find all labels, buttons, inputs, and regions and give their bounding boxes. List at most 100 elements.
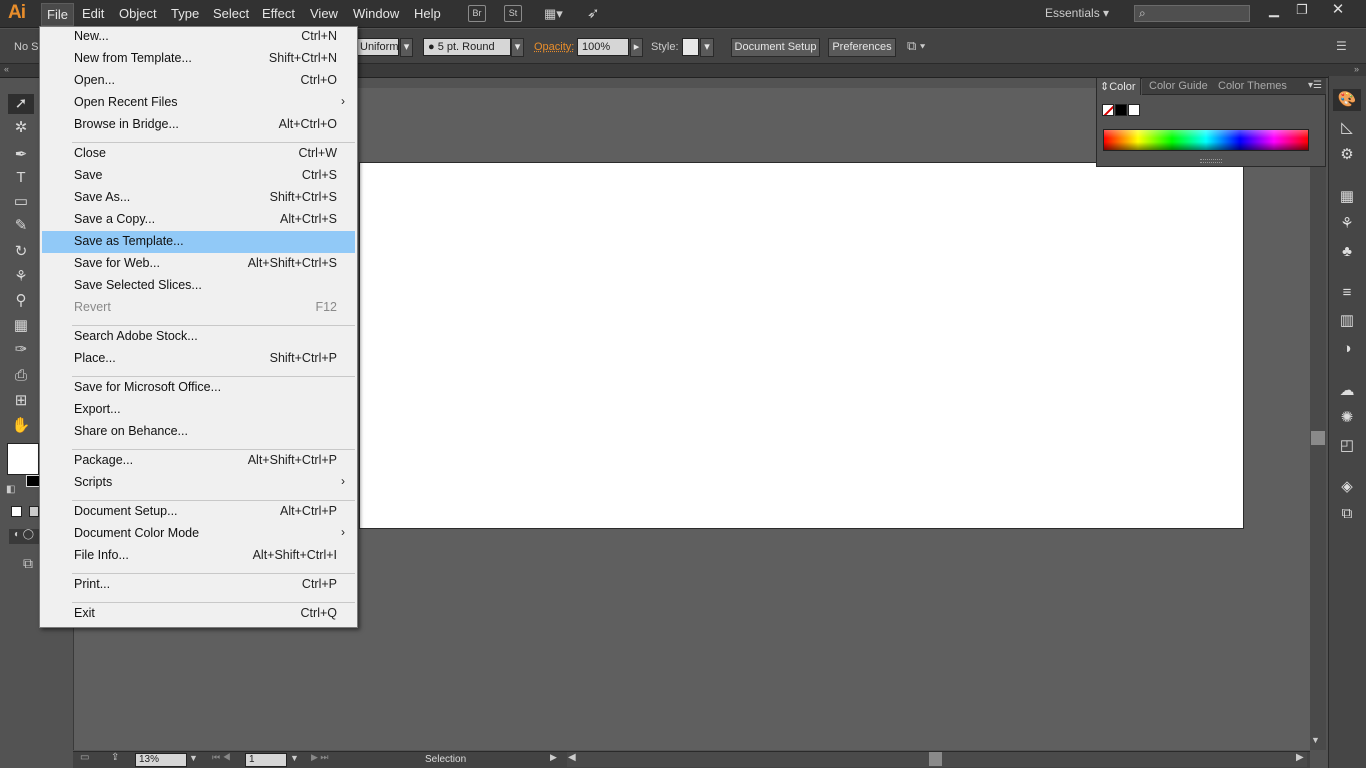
file-menu-item-5[interactable]: Close Ctrl+W	[42, 143, 355, 165]
status-menu-icon[interactable]: ▶	[550, 752, 557, 763]
help-search-input[interactable]: ⌕	[1134, 5, 1250, 22]
file-menu-item-6[interactable]: Save Ctrl+S	[42, 165, 355, 187]
fill-swatch[interactable]	[7, 443, 39, 475]
menu-effect[interactable]: Effect	[262, 6, 295, 21]
gpu-icon[interactable]: ▭	[80, 752, 89, 763]
stroke-swatch[interactable]	[26, 475, 40, 487]
file-menu-item-19[interactable]: Scripts ›	[42, 472, 355, 494]
first-artboard-icon[interactable]: ⏮ ◀	[212, 752, 231, 763]
scroll-down-icon[interactable]: ▼	[1311, 735, 1320, 745]
screen-mode-icon[interactable]: ⧉	[23, 555, 33, 572]
color-spectrum[interactable]	[1103, 129, 1309, 151]
opacity-field[interactable]: 100%	[577, 38, 629, 56]
bridge-button[interactable]: Br	[468, 5, 486, 22]
swatches-icon[interactable]: ▦	[1337, 187, 1357, 207]
chevron-down-icon[interactable]: ▾	[511, 38, 524, 57]
expand-icon[interactable]: »	[1354, 64, 1359, 74]
color-themes-icon[interactable]: ⚙	[1337, 145, 1357, 165]
menu-help[interactable]: Help	[414, 6, 441, 21]
menu-type[interactable]: Type	[171, 6, 199, 21]
chevron-down-icon[interactable]: ▾	[700, 38, 714, 57]
preferences-button[interactable]: Preferences	[828, 38, 896, 57]
file-menu-item-15[interactable]: Save for Microsoft Office...	[42, 377, 355, 399]
last-artboard-icon[interactable]: ▶ ⏭	[311, 752, 329, 763]
palette-icon[interactable]: 🎨	[1337, 90, 1357, 110]
file-menu-item-9[interactable]: Save as Template...	[42, 231, 355, 253]
pen-tool-icon[interactable]: ✒	[11, 145, 31, 165]
workspace-switcher[interactable]: Essentials ▾	[1045, 6, 1109, 20]
tab-color-guide[interactable]: Color Guide	[1149, 80, 1208, 92]
eyedropper-icon[interactable]: ✑	[11, 340, 31, 360]
artboards-icon[interactable]: ⧉	[1337, 504, 1357, 524]
color-mode-icon[interactable]	[11, 506, 22, 517]
width-tool-icon[interactable]: ⚘	[11, 267, 31, 287]
scroll-right-icon[interactable]: ▶	[1296, 752, 1304, 763]
menu-object[interactable]: Object	[119, 6, 157, 21]
hscroll-thumb[interactable]	[929, 752, 942, 766]
rotate-tool-icon[interactable]: ↻	[11, 242, 31, 262]
tab-color-themes[interactable]: Color Themes	[1218, 80, 1287, 92]
restore-button[interactable]: ❐	[1291, 2, 1313, 18]
file-menu-item-10[interactable]: Save for Web... Alt+Shift+Ctrl+S	[42, 253, 355, 275]
file-menu-item-14[interactable]: Place... Shift+Ctrl+P	[42, 348, 355, 370]
artboard-tool-icon[interactable]: ⊞	[11, 391, 31, 411]
minimize-button[interactable]: ▁	[1263, 2, 1285, 18]
file-menu-item-11[interactable]: Save Selected Slices...	[42, 275, 355, 297]
gradient-icon[interactable]: ▥	[1337, 311, 1357, 331]
stroke-icon[interactable]: ≡	[1337, 283, 1357, 303]
rectangle-tool-icon[interactable]: ▭	[11, 192, 31, 212]
panel-menu-icon[interactable]: ☰	[1336, 39, 1347, 53]
collapse-icon[interactable]: «	[4, 64, 9, 74]
color-guide-icon[interactable]: ◺	[1337, 118, 1357, 138]
scroll-left-icon[interactable]: ◀	[568, 752, 576, 763]
chevron-right-icon[interactable]: ▸	[630, 38, 643, 57]
chevron-down-icon[interactable]: ▾	[400, 38, 413, 57]
chevron-down-icon[interactable]: ▼	[189, 753, 198, 763]
file-menu-item-7[interactable]: Save As... Shift+Ctrl+S	[42, 187, 355, 209]
artboard[interactable]	[359, 162, 1244, 529]
close-button[interactable]: ✕	[1327, 0, 1349, 18]
file-menu-item-3[interactable]: Open Recent Files ›	[42, 92, 355, 114]
document-setup-button[interactable]: Document Setup	[731, 38, 820, 57]
style-swatch[interactable]	[682, 38, 699, 56]
shape-builder-icon[interactable]: ⚲	[11, 291, 31, 311]
arrange-documents-icon[interactable]: ▦▾	[544, 6, 570, 22]
file-menu-item-13[interactable]: Search Adobe Stock...	[42, 326, 355, 348]
menu-window[interactable]: Window	[353, 6, 399, 21]
layers-icon[interactable]: ◈	[1337, 477, 1357, 497]
symbols-icon[interactable]: ♣	[1337, 242, 1357, 262]
tab-color[interactable]: ⇕Color	[1100, 80, 1136, 93]
file-menu-item-0[interactable]: New... Ctrl+N	[42, 26, 355, 48]
brushes-icon[interactable]: ⚘	[1337, 214, 1357, 234]
file-menu-item-24[interactable]: Exit Ctrl+Q	[42, 603, 355, 625]
chevron-down-icon[interactable]: ▼	[290, 753, 299, 763]
brush-field[interactable]: ● 5 pt. Round	[423, 38, 511, 56]
share-icon[interactable]: ⇪	[111, 752, 119, 763]
menu-select[interactable]: Select	[213, 6, 249, 21]
artboard-number-field[interactable]: 1	[245, 753, 287, 767]
opacity-label[interactable]: Opacity:	[534, 41, 574, 53]
menu-view[interactable]: View	[310, 6, 338, 21]
black-swatch[interactable]	[1115, 104, 1127, 116]
scroll-thumb[interactable]	[1311, 431, 1325, 445]
transparency-icon[interactable]: ◑	[1337, 339, 1357, 359]
vertical-scrollbar[interactable]	[1310, 88, 1326, 750]
file-menu-item-1[interactable]: New from Template... Shift+Ctrl+N	[42, 48, 355, 70]
file-menu-item-8[interactable]: Save a Copy... Alt+Ctrl+S	[42, 209, 355, 231]
magic-wand-icon[interactable]: ✲	[11, 118, 31, 138]
appearance-icon[interactable]: ✺	[1337, 408, 1357, 428]
zoom-field[interactable]: 13%	[135, 753, 187, 767]
menu-edit[interactable]: Edit	[82, 6, 104, 21]
file-menu-item-23[interactable]: Print... Ctrl+P	[42, 574, 355, 596]
stock-button[interactable]: St	[504, 5, 522, 22]
file-menu-item-4[interactable]: Browse in Bridge... Alt+Ctrl+O	[42, 114, 355, 136]
arrange-icon[interactable]: ⧉ ▾	[907, 38, 925, 54]
gradient-mode-icon[interactable]	[29, 506, 39, 517]
default-colors-icon[interactable]: ◧	[6, 484, 15, 495]
file-menu-item-21[interactable]: Document Color Mode ›	[42, 523, 355, 545]
file-menu-item-17[interactable]: Share on Behance...	[42, 421, 355, 443]
libraries-icon[interactable]: ☁	[1337, 381, 1357, 401]
file-menu-item-2[interactable]: Open... Ctrl+O	[42, 70, 355, 92]
hand-tool-icon[interactable]: ✋	[11, 416, 31, 436]
none-swatch[interactable]	[1102, 104, 1114, 116]
